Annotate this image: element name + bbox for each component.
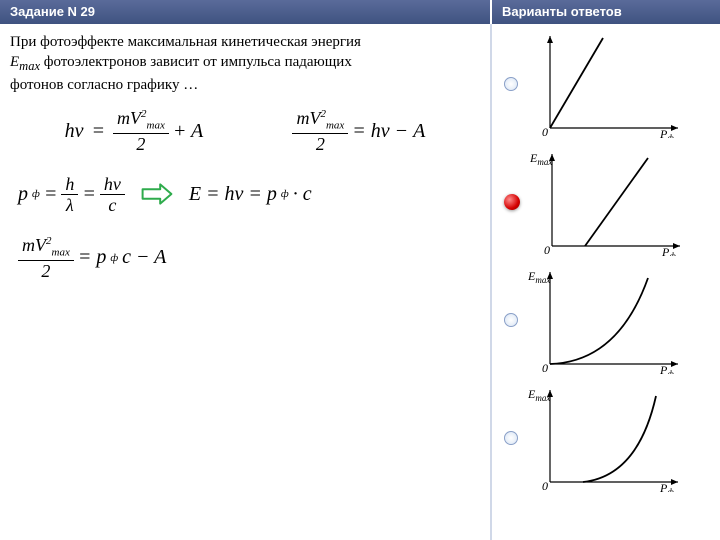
p-eq1: = [44, 183, 58, 206]
e-rhs: · c [293, 183, 312, 206]
f3-sub2: ф [110, 252, 118, 264]
f2-sub: max [326, 120, 344, 132]
radio-unselected-icon[interactable] [504, 77, 518, 91]
f3-sup: 2 [46, 235, 52, 247]
task-title: Задание N 29 [0, 0, 490, 24]
axis-origin-2: 0 [544, 243, 550, 256]
implies-arrow-icon [141, 181, 173, 207]
f1-sup: 2 [141, 108, 147, 120]
f3-den: 2 [41, 261, 50, 280]
p-f1d: λ [66, 195, 74, 214]
question-panel: При фотоэффекте максимальная кинетическа… [0, 24, 490, 540]
f1-num: mV [117, 108, 141, 128]
p-eq2: = [82, 183, 96, 206]
svg-text:Emax: Emax [528, 387, 550, 403]
formula-energy-momentum: E = hν = p ф · c [189, 183, 312, 206]
f2-den: 2 [316, 134, 325, 153]
option-3[interactable]: Emax 0 Pф [504, 266, 712, 374]
p-f1n: h [61, 175, 78, 195]
f3-r1: = p [78, 246, 107, 269]
p-sub: ф [32, 188, 40, 200]
e-lhs: E = hν = p [189, 183, 277, 206]
f2-rhs: = hν − A [352, 120, 425, 143]
radio-unselected-icon[interactable] [504, 431, 518, 445]
emax-symbol: Emax [10, 54, 40, 70]
f1-den: 2 [136, 134, 145, 153]
formula-energy-1: hν = mV2max 2 + A [65, 109, 204, 153]
f1-lhs: hν [65, 120, 84, 143]
question-line2: фотоэлектронов зависит от импульса падаю… [40, 54, 352, 70]
f1-sub: max [147, 120, 165, 132]
axis-origin: 0 [542, 125, 548, 138]
f2-num: mV [296, 108, 320, 128]
option-2[interactable]: Emax 0 Pф [504, 148, 712, 256]
axis-origin-3: 0 [542, 361, 548, 374]
f3-num: mV [22, 235, 46, 255]
formula-final: mV2max 2 = pфc − A [18, 236, 166, 280]
f3-r2: c − A [122, 246, 166, 269]
question-text: При фотоэффекте максимальная кинетическа… [10, 32, 480, 95]
radio-unselected-icon[interactable] [504, 313, 518, 327]
axis-origin-4: 0 [542, 479, 548, 492]
question-line1: При фотоэффекте максимальная кинетическа… [10, 34, 361, 50]
radio-selected-icon[interactable] [504, 194, 520, 210]
f3-sub: max [52, 247, 70, 259]
e-sub: ф [281, 188, 289, 200]
f1-rhs: + A [173, 120, 203, 143]
answers-title: Варианты ответов [490, 0, 720, 24]
option-1[interactable]: 0 Pф [504, 30, 712, 138]
f2-sup: 2 [320, 108, 326, 120]
p-f2d: c [108, 195, 116, 214]
answers-panel: 0 Pф Emax 0 Pф [490, 24, 720, 540]
svg-text:Emax: Emax [530, 151, 552, 167]
formula-momentum: pф = h λ = hν c [18, 175, 125, 214]
graph-convex-up: Emax 0 Pф [528, 266, 683, 374]
graph-concave-up: Emax 0 Pф [528, 384, 683, 492]
p-lhs: p [18, 183, 28, 206]
option-4[interactable]: Emax 0 Pф [504, 384, 712, 492]
svg-text:Emax: Emax [528, 269, 550, 285]
question-line3: фотонов согласно графику … [10, 77, 198, 93]
p-f2n: hν [100, 175, 125, 195]
graph-linear-offset: Emax 0 Pф [530, 148, 685, 256]
graph-linear-origin: 0 Pф [528, 30, 683, 138]
formula-energy-2: mV2max 2 = hν − A [292, 109, 425, 153]
header-bar: Задание N 29 Варианты ответов [0, 0, 720, 24]
